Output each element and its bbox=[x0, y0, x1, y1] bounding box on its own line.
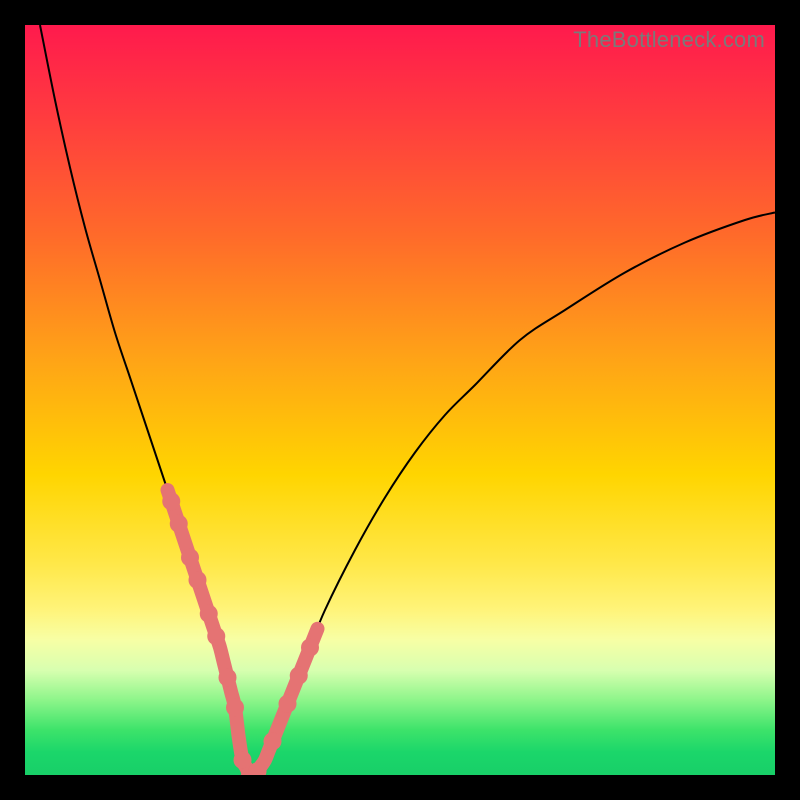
bead-dot bbox=[162, 492, 180, 510]
bead-dot bbox=[279, 695, 297, 713]
bead-dot bbox=[301, 639, 319, 657]
bead-dot bbox=[219, 669, 237, 687]
bead-dot bbox=[181, 549, 199, 567]
bead-dot bbox=[264, 732, 282, 750]
bead-dot bbox=[200, 605, 218, 623]
chart-overlay-svg bbox=[25, 25, 775, 775]
bead-dot bbox=[207, 627, 225, 645]
bead-dot bbox=[189, 571, 207, 589]
bead-dot bbox=[170, 515, 188, 533]
chart-plot-area: TheBottleneck.com bbox=[25, 25, 775, 775]
bead-dot bbox=[290, 667, 308, 685]
bead-dot bbox=[226, 699, 244, 717]
chart-frame: TheBottleneck.com bbox=[0, 0, 800, 800]
bead-segment bbox=[168, 490, 318, 775]
bead-overlay bbox=[162, 490, 319, 775]
bottleneck-curve bbox=[40, 25, 775, 775]
